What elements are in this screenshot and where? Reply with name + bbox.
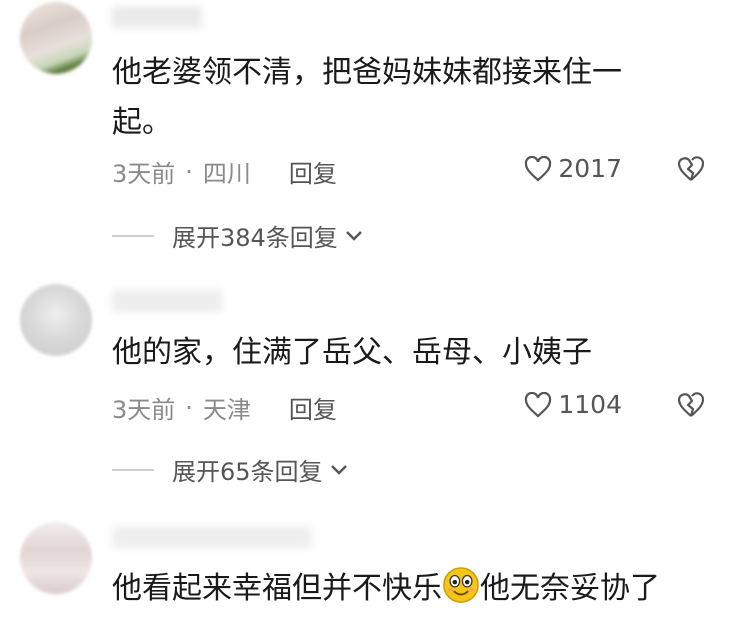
comment-meta: 3天前 · 天津 回复 (112, 390, 337, 425)
chevron-down-icon (330, 464, 347, 475)
like-count: 1104 (558, 390, 622, 419)
separator-dot: · (185, 157, 193, 186)
heart-icon (525, 391, 552, 417)
smiling-emoji-icon (443, 567, 479, 603)
reply-button[interactable]: 回复 (289, 390, 337, 425)
expand-label: 展开65条回复 (172, 458, 323, 486)
expand-replies-button[interactable]: 展开65条回复 (112, 452, 349, 487)
expand-label: 展开384条回复 (172, 224, 338, 252)
comment-meta: 3天前 · 四川 回复 (112, 154, 337, 189)
comment-text: 他看起来幸福但并不快乐 他无奈妥协了 (112, 564, 708, 614)
username-blurred[interactable] (112, 290, 222, 312)
comment-location: 天津 (202, 396, 251, 424)
avatar[interactable] (20, 2, 92, 74)
reply-button[interactable]: 回复 (289, 154, 337, 189)
chevron-down-icon (345, 230, 362, 241)
broken-heart-icon (677, 156, 705, 181)
divider-line (112, 234, 154, 237)
dislike-button[interactable] (676, 390, 706, 422)
comment-text-part: 他看起来幸福但并不快乐 (112, 571, 442, 606)
comment-text-part: 他无奈妥协了 (480, 571, 660, 606)
dislike-button[interactable] (676, 154, 706, 186)
like-button[interactable]: 1104 (524, 390, 622, 419)
username-blurred[interactable] (112, 526, 312, 548)
like-button[interactable]: 2017 (524, 154, 622, 183)
divider-line (112, 468, 154, 471)
comment-item: 他看起来幸福但并不快乐 他无奈妥协了 (0, 516, 738, 621)
avatar[interactable] (20, 284, 92, 356)
comment-text: 他老婆领不清，把爸妈妹妹都接来住一起。 (112, 55, 622, 140)
heart-icon (525, 155, 552, 181)
comment-item: 他老婆领不清，把爸妈妹妹都接来住一起。 3天前 · 四川 回复 2017 展开3… (0, 0, 738, 270)
like-count: 2017 (558, 154, 622, 183)
comment-location: 四川 (202, 160, 251, 188)
comment-time: 3天前 (112, 160, 176, 188)
broken-heart-icon (677, 392, 705, 417)
expand-replies-button[interactable]: 展开384条回复 (112, 218, 364, 253)
comment-item: 他的家，住满了岳父、岳母、小姨子 3天前 · 天津 回复 1104 展开65条回… (0, 282, 738, 502)
comment-time: 3天前 (112, 396, 176, 424)
comment-text: 他的家，住满了岳父、岳母、小姨子 (112, 335, 592, 370)
avatar[interactable] (20, 522, 92, 594)
separator-dot: · (185, 393, 193, 422)
username-blurred[interactable] (112, 6, 202, 28)
